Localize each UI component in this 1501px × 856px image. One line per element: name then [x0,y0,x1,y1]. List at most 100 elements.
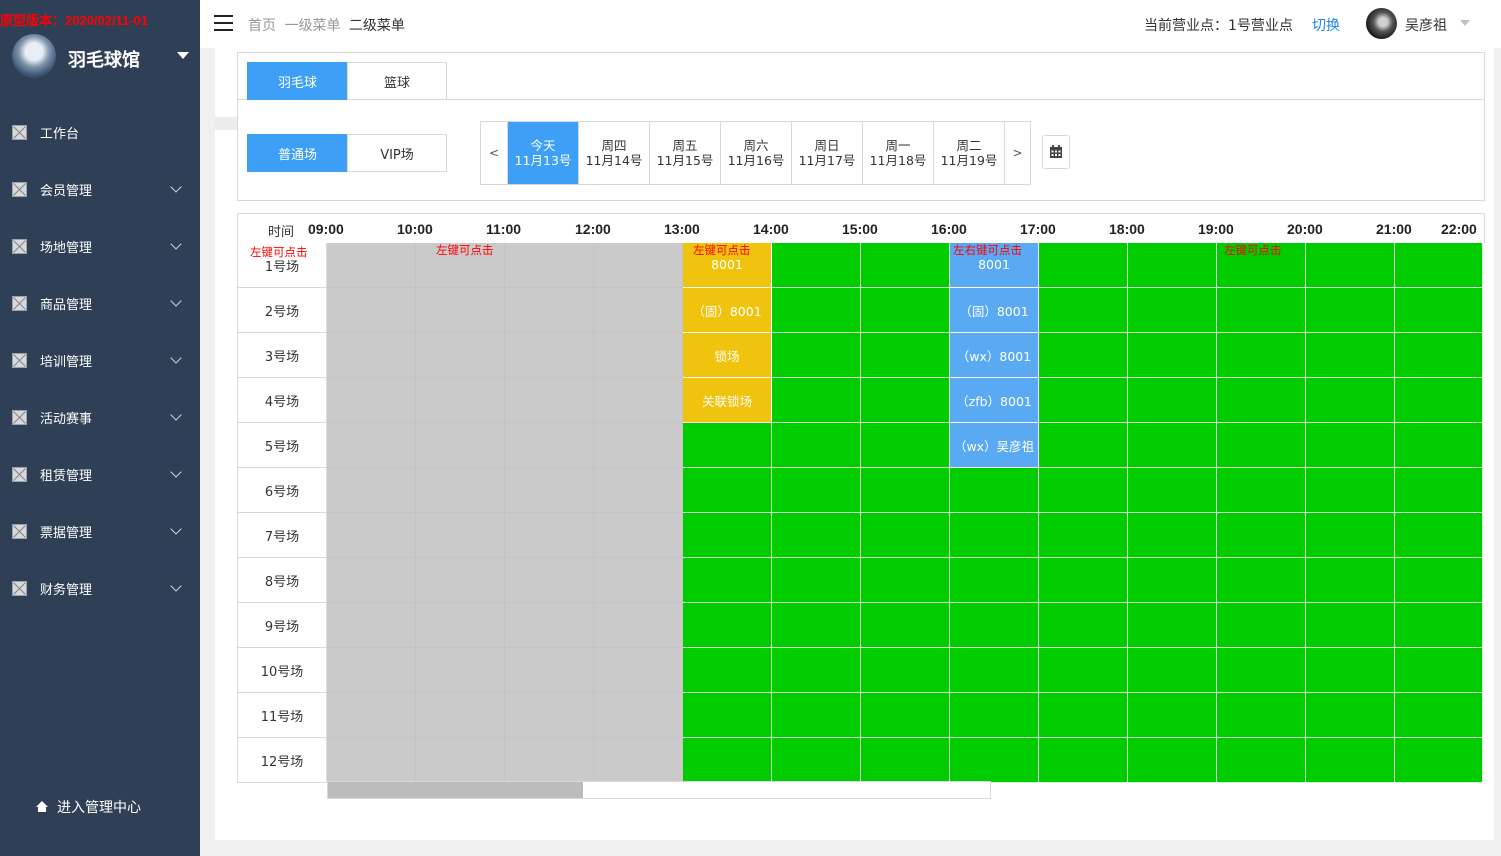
available-slot[interactable] [1395,603,1483,648]
date-option[interactable]: 周二 11月19号 [933,122,1004,184]
brand-switcher[interactable]: 羽毛球馆 [10,34,195,78]
available-slot[interactable] [1395,423,1483,468]
available-slot[interactable] [1039,288,1128,333]
booked-slot[interactable]: （zfb）8001 [950,378,1039,423]
caret-down-icon[interactable] [177,52,189,59]
available-slot[interactable] [861,288,950,333]
available-slot[interactable] [950,468,1039,513]
hamburger-menu-icon[interactable] [214,15,233,31]
past-slot[interactable] [327,693,416,738]
available-slot[interactable] [861,378,950,423]
available-slot[interactable] [1306,648,1395,693]
available-slot[interactable] [1128,243,1217,288]
past-slot[interactable] [416,468,505,513]
available-slot[interactable] [861,693,950,738]
past-slot[interactable] [594,693,683,738]
available-slot[interactable] [772,333,861,378]
available-slot[interactable] [1128,648,1217,693]
available-slot[interactable] [1039,693,1128,738]
past-slot[interactable] [594,738,683,783]
past-slot[interactable] [327,243,416,288]
available-slot[interactable] [1217,558,1306,603]
available-slot[interactable] [1217,603,1306,648]
switch-store-link[interactable]: 切换 [1312,15,1340,35]
tab-regular-court[interactable]: 普通场 [247,134,348,172]
available-slot[interactable] [1039,423,1128,468]
available-slot[interactable] [950,738,1039,783]
available-slot[interactable] [1395,288,1483,333]
court-label[interactable]: 9号场 [237,603,327,648]
past-slot[interactable] [505,738,594,783]
past-slot[interactable] [505,648,594,693]
available-slot[interactable] [1039,603,1128,648]
date-option[interactable]: 周一 11月18号 [862,122,933,184]
past-slot[interactable] [416,288,505,333]
available-slot[interactable] [1039,378,1128,423]
past-slot[interactable] [505,513,594,558]
available-slot[interactable] [1395,468,1483,513]
available-slot[interactable] [1128,378,1217,423]
available-slot[interactable] [772,648,861,693]
horizontal-scrollbar[interactable] [327,781,991,799]
past-slot[interactable] [327,378,416,423]
available-slot[interactable] [1395,693,1483,738]
available-slot[interactable] [1128,693,1217,738]
past-slot[interactable] [594,603,683,648]
court-label[interactable]: 7号场 [237,513,327,558]
available-slot[interactable] [861,468,950,513]
available-slot[interactable] [861,558,950,603]
available-slot[interactable] [1395,333,1483,378]
sidebar-item[interactable]: 活动赛事 [0,389,200,446]
available-slot[interactable] [861,243,950,288]
available-slot[interactable] [1128,288,1217,333]
available-slot[interactable] [950,603,1039,648]
past-slot[interactable] [594,648,683,693]
available-slot[interactable] [1217,693,1306,738]
available-slot[interactable] [1039,738,1128,783]
court-label[interactable]: 8号场 [237,558,327,603]
available-slot[interactable] [1039,468,1128,513]
available-slot[interactable] [772,243,861,288]
past-slot[interactable] [327,513,416,558]
court-label[interactable]: 5号场 [237,423,327,468]
sidebar-item[interactable]: 培训管理 [0,332,200,389]
calendar-button[interactable] [1042,135,1070,169]
available-slot[interactable] [1395,513,1483,558]
past-slot[interactable] [327,558,416,603]
available-slot[interactable] [1395,243,1483,288]
date-prev-button[interactable]: < [481,122,507,184]
available-slot[interactable] [1217,333,1306,378]
available-slot[interactable] [772,378,861,423]
available-slot[interactable] [683,603,772,648]
date-next-button[interactable]: > [1004,122,1030,184]
available-slot[interactable] [950,513,1039,558]
booked-slot[interactable]: 锁场 [683,333,772,378]
court-label[interactable]: 2号场 [237,288,327,333]
available-slot[interactable] [1306,693,1395,738]
past-slot[interactable] [416,513,505,558]
user-avatar[interactable] [1366,8,1397,39]
past-slot[interactable] [416,648,505,693]
available-slot[interactable] [1306,513,1395,558]
available-slot[interactable] [1395,558,1483,603]
sidebar-item[interactable]: 会员管理 [0,161,200,218]
past-slot[interactable] [416,378,505,423]
available-slot[interactable] [772,513,861,558]
past-slot[interactable] [505,378,594,423]
available-slot[interactable] [1039,648,1128,693]
available-slot[interactable] [861,738,950,783]
booked-slot[interactable]: （wx）8001 [950,333,1039,378]
available-slot[interactable] [1128,423,1217,468]
available-slot[interactable] [772,738,861,783]
available-slot[interactable] [1217,423,1306,468]
past-slot[interactable] [505,558,594,603]
available-slot[interactable] [1128,513,1217,558]
past-slot[interactable] [327,648,416,693]
available-slot[interactable] [861,423,950,468]
available-slot[interactable] [861,648,950,693]
past-slot[interactable] [327,288,416,333]
available-slot[interactable] [1217,648,1306,693]
scrollbar-thumb[interactable] [328,782,583,798]
date-option[interactable]: 周四 11月14号 [578,122,649,184]
available-slot[interactable] [1306,603,1395,648]
